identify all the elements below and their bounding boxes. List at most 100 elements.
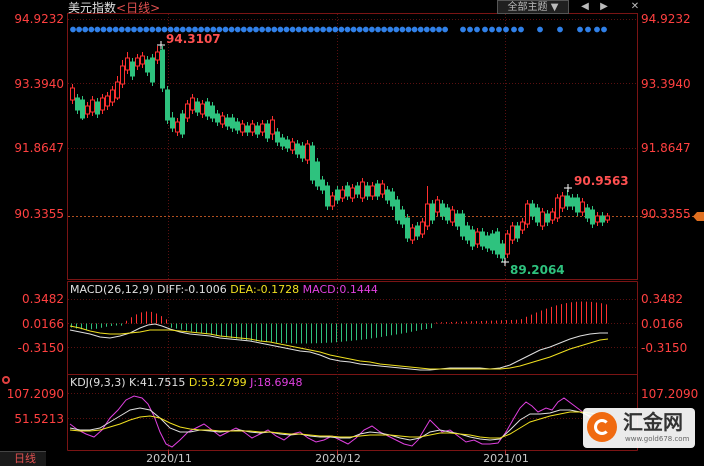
event-marker-dot xyxy=(326,26,333,33)
event-marker-dot xyxy=(496,26,502,33)
y-tick-left-3: 90.3355 xyxy=(14,207,64,221)
y-tick-left-0: 94.9232 xyxy=(14,12,64,26)
candle xyxy=(160,46,165,92)
candle xyxy=(180,110,185,138)
event-marker-dot xyxy=(106,26,113,33)
recent-high-label: 90.9563 xyxy=(574,174,629,188)
event-marker-dot xyxy=(259,26,265,33)
event-marker-dot xyxy=(118,26,125,33)
macd-tick-right-2: -0.3150 xyxy=(641,341,687,355)
candle xyxy=(360,178,365,202)
event-marker-dot xyxy=(537,26,543,33)
event-marker-dot xyxy=(100,26,107,33)
event-marker-dot xyxy=(320,26,326,33)
kdj-name: KDJ(9,3,3) xyxy=(70,376,126,389)
event-marker-dot xyxy=(234,26,241,33)
close-icon[interactable]: ✕ xyxy=(628,0,642,14)
event-marker-dot xyxy=(381,26,387,33)
candle xyxy=(325,182,330,210)
event-marker-dot xyxy=(82,26,89,33)
event-marker-dot xyxy=(131,26,137,33)
period-tab[interactable]: 日线 xyxy=(0,451,46,466)
candle xyxy=(305,140,310,164)
kdj-tick-left-1: 51.5213 xyxy=(14,412,64,426)
event-marker-dot xyxy=(344,26,351,33)
chart-canvas: 94.3107 89.2064 90.9563 94.9232 93.3940 … xyxy=(0,0,704,466)
event-marker-dot xyxy=(308,26,314,33)
candle xyxy=(150,54,155,86)
event-marker-dot xyxy=(369,26,375,33)
candle xyxy=(505,230,510,258)
y-tick-left-1: 93.3940 xyxy=(14,77,64,91)
event-marker-dot xyxy=(482,26,488,33)
event-marker-dot xyxy=(143,26,150,33)
x-tick-1: 2020/12 xyxy=(315,452,361,465)
event-marker-dot xyxy=(489,26,495,33)
event-marker-dot xyxy=(301,26,308,33)
macd-tick-right-1: 0.0166 xyxy=(641,317,683,331)
event-marker-dot xyxy=(460,26,466,33)
event-marker-dot xyxy=(442,26,448,33)
watermark-brand: 汇金网 xyxy=(623,410,683,434)
event-marker-dot xyxy=(585,26,591,33)
event-marker-dot xyxy=(577,26,583,33)
x-tick-2: 2021/01 xyxy=(483,452,529,465)
macd-tick-left-2: -0.3150 xyxy=(18,341,64,355)
event-marker-dot xyxy=(338,26,345,33)
event-marker-dot xyxy=(247,26,253,33)
kdj-legend: KDJ(9,3,3) K:41.7515 D:53.2799 J:18.6948 xyxy=(70,376,303,390)
event-marker-dot xyxy=(518,26,524,33)
event-marker-dot xyxy=(436,26,442,33)
period-tab-label: 日线 xyxy=(14,452,36,465)
event-marker-dot xyxy=(295,26,302,33)
macd-dea-value: DEA:-0.1728 xyxy=(230,283,300,296)
event-marker-dot xyxy=(350,26,357,33)
event-marker-dot xyxy=(228,26,235,33)
event-marker-dot xyxy=(430,26,436,33)
event-marker-dot xyxy=(314,26,320,33)
macd-diff-value: DIFF:-0.1006 xyxy=(157,283,227,296)
y-tick-right-1: 93.3940 xyxy=(641,77,691,91)
candle xyxy=(80,96,85,120)
candle xyxy=(315,158,320,190)
theme-selector[interactable]: 全部主题 ▼ xyxy=(497,0,569,14)
event-marker-dot xyxy=(375,26,381,33)
kdj-k-value: K:41.7515 xyxy=(129,376,186,389)
kdj-settings-icon[interactable] xyxy=(2,376,10,384)
chevron-down-icon: ▼ xyxy=(550,2,559,13)
event-marker-dot xyxy=(112,26,119,33)
y-tick-right-0: 94.9232 xyxy=(641,12,691,26)
candle xyxy=(310,142,315,184)
chart-title: 美元指数<日线> xyxy=(68,1,160,15)
candle xyxy=(395,196,400,224)
event-marker-dot xyxy=(70,26,76,33)
event-marker-dot xyxy=(387,26,394,33)
event-marker-dot xyxy=(125,26,131,33)
candle xyxy=(430,200,435,224)
event-marker-dot xyxy=(356,26,363,33)
event-marker-dot xyxy=(277,26,284,33)
period-selector[interactable]: <日线> xyxy=(116,1,160,15)
low-label: 89.2064 xyxy=(510,263,565,277)
brand-logo-icon xyxy=(587,412,617,442)
event-marker-dot xyxy=(222,26,229,33)
kdj-tick-right-0: 107.2090 xyxy=(641,387,698,401)
theme-selector-label: 全部主题 xyxy=(507,2,548,13)
kdj-j-value: J:18.6948 xyxy=(250,376,303,389)
event-marker-dot xyxy=(399,26,406,33)
forward-icon[interactable]: ▶ xyxy=(597,0,611,14)
event-marker-dot xyxy=(240,26,247,33)
watermark: 汇金网 www.gold678.com xyxy=(583,408,695,448)
candle xyxy=(495,228,500,258)
symbol-name: 美元指数 xyxy=(68,1,117,15)
watermark-url: www.gold678.com xyxy=(625,435,690,443)
event-marker-dot xyxy=(417,26,424,33)
y-tick-left-2: 91.8647 xyxy=(14,141,64,155)
event-marker-dot xyxy=(265,26,272,33)
event-marker-dot xyxy=(137,26,144,33)
event-marker-dot xyxy=(405,26,412,33)
event-marker-dot xyxy=(474,26,480,33)
candle xyxy=(405,214,410,242)
back-icon[interactable]: ◀ xyxy=(578,0,592,14)
event-marker-dot xyxy=(594,26,600,33)
